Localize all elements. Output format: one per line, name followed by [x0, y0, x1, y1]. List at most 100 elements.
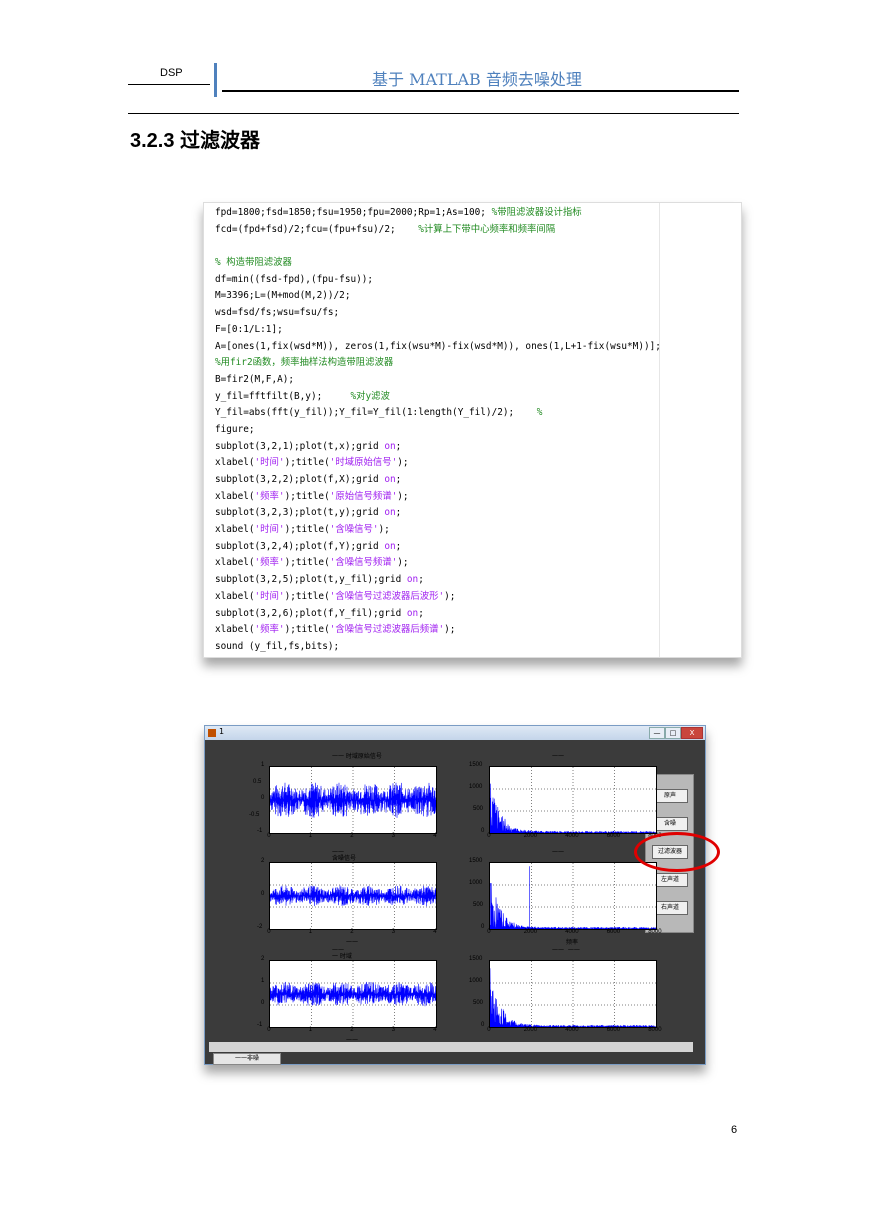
right-channel-button[interactable]: 右声道 — [652, 901, 688, 915]
status-bar — [209, 1042, 693, 1052]
y-tick-label: 2 — [261, 956, 265, 962]
code-string: on — [384, 474, 396, 485]
code-text: subplot(3,2,1);plot(t,x);grid — [215, 440, 385, 452]
code-line: B=fir2(M,F,A); — [215, 372, 661, 389]
x-tick-label: 8000 — [648, 929, 662, 935]
code-text: subplot(3,2,3);plot(t,y);grid — [215, 507, 385, 519]
code-comment: % — [536, 407, 543, 419]
header-accent-bar — [214, 63, 217, 97]
x-tick-label: 8000 — [648, 1027, 662, 1033]
subplot-title: 一一 时域原始信号 — [332, 753, 382, 760]
y-tick-label: 0 — [261, 891, 265, 897]
code-text: F=[0:1/L:1]; — [215, 323, 283, 335]
subplot-4 — [489, 862, 657, 930]
maximize-button[interactable]: □ — [665, 727, 681, 739]
subplot-xlabel: 频率 — [566, 939, 579, 946]
code-text: subplot(3,2,2);plot(f,X);grid — [215, 474, 385, 485]
code-line: subplot(3,2,3);plot(t,y);grid on; — [215, 505, 661, 522]
close-button[interactable]: X — [681, 727, 703, 739]
code-comment: %用fir2函数，频率抽样法构造带阻滤波器 — [215, 357, 394, 369]
x-tick-label: 3 — [391, 929, 396, 935]
x-tick-label: 1 — [308, 929, 313, 935]
y-tick-label: 0 — [481, 1022, 485, 1028]
code-text: );title( — [284, 557, 330, 569]
y-tick-label: 1000 — [469, 784, 483, 790]
code-string: '频率' — [254, 490, 285, 502]
code-line: fcd=(fpd+fsd)/2;fcu=(fpu+fsu)/2; %计算上下带中… — [215, 222, 661, 239]
x-tick-label: 0 — [267, 929, 271, 935]
code-line: subplot(3,2,1);plot(t,x);grid on; — [215, 439, 661, 456]
code-text: y_fil=fftfilt(B,y); — [215, 390, 351, 402]
code-line: y_fil=fftfilt(B,y); %对y滤波 — [215, 389, 661, 406]
x-tick-label: 4000 — [565, 833, 579, 839]
code-text: );title( — [284, 590, 330, 602]
subplot-canvas — [270, 767, 436, 833]
noisy-button[interactable]: 含噪 — [652, 817, 688, 831]
header-left-label: DSP — [160, 67, 183, 79]
code-text: );title( — [284, 457, 330, 469]
code-line: xlabel('频率');title('含噪信号频谱'); — [215, 555, 661, 572]
matlab-icon — [208, 729, 216, 737]
code-text: );title( — [284, 524, 330, 536]
x-tick-label: 0 — [487, 929, 491, 935]
code-string: on — [384, 507, 396, 519]
matlab-figure-window: 1 — □ X 原声 含噪 过滤波器 左声道 右声道 一一非噪 一一 时域原始信… — [204, 725, 706, 1065]
x-tick-label: 2000 — [523, 833, 538, 839]
subplot-canvas — [490, 767, 656, 833]
code-line: M=3396;L=(M+mod(M,2))/2; — [215, 288, 661, 305]
subplot-5 — [269, 960, 437, 1028]
x-tick-label: 6000 — [606, 1027, 621, 1033]
x-tick-label: 1 — [308, 1027, 313, 1033]
subplot-xlabel: 一一 — [346, 939, 359, 946]
y-tick-label: 0 — [261, 1000, 265, 1006]
section-title: 3.2.3 过滤波器 — [130, 130, 261, 152]
minimize-button[interactable]: — — [649, 727, 665, 739]
code-text: ); — [444, 624, 456, 636]
code-string: '含噪信号过滤波器后频谱' — [329, 624, 445, 636]
y-tick-label: -1 — [257, 1022, 263, 1028]
code-text: xlabel( — [215, 590, 255, 602]
subplot-title: 一一 一 时域 — [332, 947, 352, 960]
code-line: xlabel('时间');title('含噪信号'); — [215, 522, 661, 539]
window-titlebar: 1 — □ X — [205, 726, 705, 740]
original-sound-button[interactable]: 原声 — [652, 789, 688, 803]
y-tick-label: -2 — [257, 924, 263, 930]
code-string: on — [406, 607, 419, 619]
code-comment: % 构造带阻滤波器 — [215, 257, 292, 269]
y-tick-label: 0 — [261, 795, 265, 801]
subplot-canvas — [270, 863, 436, 929]
y-tick-label: -0.5 — [249, 811, 260, 818]
code-text: xlabel( — [215, 524, 255, 536]
status-tab[interactable]: 一一非噪 — [213, 1053, 281, 1065]
header-rule — [222, 90, 739, 92]
code-text: fcd=(fpd+fsd)/2;fcu=(fpu+fsu)/2; — [215, 223, 419, 235]
code-string: on — [384, 440, 396, 452]
x-tick-label: 0 — [487, 1027, 491, 1033]
code-text: ; — [395, 507, 402, 519]
code-text: ; — [418, 607, 424, 619]
y-tick-label: 1500 — [469, 858, 483, 864]
code-string: '频率' — [254, 557, 285, 569]
code-line: Y_fil=abs(fft(y_fil));Y_fil=Y_fil(1:leng… — [215, 405, 661, 422]
signal-trace — [270, 885, 436, 907]
code-line: fpd=1800;fsd=1850;fsu=1950;fpu=2000;Rp=1… — [215, 205, 661, 222]
subplot-6 — [489, 960, 657, 1028]
code-line: subplot(3,2,2);plot(f,X);grid on; — [215, 472, 661, 489]
code-string: '频率' — [254, 624, 285, 636]
code-string: on — [384, 540, 396, 552]
code-line: xlabel('时间');title('时域原始信号'); — [215, 455, 661, 472]
x-tick-label: 4000 — [565, 1027, 579, 1033]
x-tick-label: 2 — [350, 1027, 354, 1033]
code-text: Y_fil=abs(fft(y_fil));Y_fil=Y_fil(1:leng… — [215, 407, 537, 419]
x-tick-label: 0 — [267, 1027, 271, 1033]
code-line: subplot(3,2,4);plot(f,Y);grid on; — [215, 539, 661, 556]
y-tick-label: 0 — [481, 924, 485, 930]
code-line: xlabel('频率');title('含噪信号过滤波器后频谱'); — [215, 622, 661, 639]
y-tick-label: 1500 — [469, 762, 483, 768]
y-tick-label: 0 — [481, 828, 485, 834]
code-text: ; — [395, 540, 402, 552]
left-channel-button[interactable]: 左声道 — [652, 873, 688, 887]
code-text: );title( — [284, 624, 330, 636]
code-string: '含噪信号' — [329, 524, 379, 536]
page-number: 6 — [731, 1124, 738, 1136]
